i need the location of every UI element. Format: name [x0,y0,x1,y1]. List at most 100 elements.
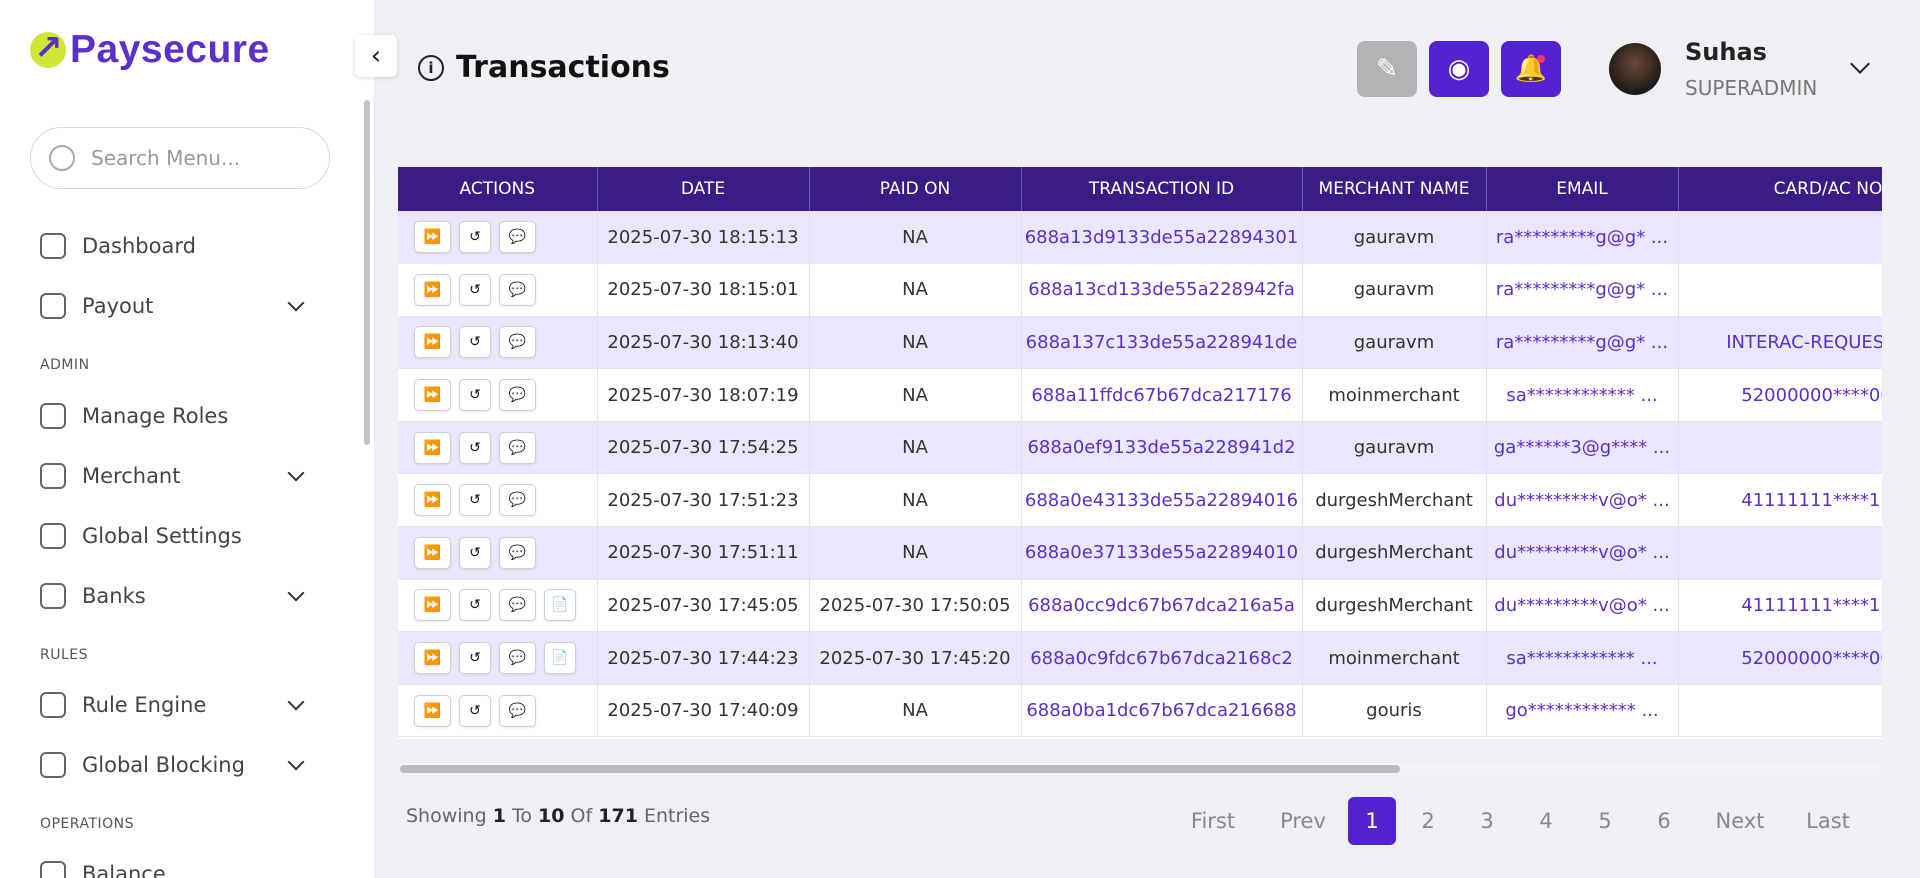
sidebar-scrollbar[interactable] [364,100,370,445]
pagination-next[interactable]: Next [1708,797,1772,845]
cell-transaction-id[interactable]: 688a0e43133de55a22894016 [1021,473,1303,528]
table-row[interactable]: ⏩ ↺ 💬 2025-07-30 17:40:09 NA 688a0ba1dc67b67d… [398,684,1882,738]
table-row[interactable]: ⏩ ↺ 💬 📄 2025-07-30 17:45:05 2025-07-30 17:50:… [398,579,1882,633]
column-header-actions[interactable]: ACTIONS [398,167,598,211]
forward-button[interactable]: ⏩ [414,642,451,675]
scan-button[interactable]: ◉ [1429,41,1489,97]
avatar[interactable] [1609,43,1661,95]
table-row[interactable]: ⏩ ↺ 💬 2025-07-30 18:15:13 NA 688a13d9133de55a… [398,211,1882,265]
table-row[interactable]: ⏩ ↺ 💬 2025-07-30 17:51:11 NA 688a0e37133de55a… [398,526,1882,580]
pagination-last[interactable]: Last [1796,797,1860,845]
scrollbar-thumb[interactable] [400,765,1400,773]
comment-button[interactable]: 💬 [499,379,536,412]
sidebar-item-dashboard[interactable]: Dashboard [40,228,310,264]
forward-button[interactable]: ⏩ [414,221,451,254]
table-row[interactable]: ⏩ ↺ 💬 2025-07-30 18:15:01 NA 688a13cd133de55a… [398,263,1882,317]
forward-button[interactable]: ⏩ [414,326,451,359]
cell-transaction-id[interactable]: 688a0c9fdc67b67dca2168c2 [1021,631,1303,685]
column-header-date[interactable]: DATE [597,167,810,211]
sidebar-item-manage-roles[interactable]: Manage Roles [40,398,310,434]
history-button[interactable]: ↺ [459,694,491,727]
history-button[interactable]: ↺ [459,642,491,675]
sidebar-collapse-button[interactable]: ‹ [355,35,397,77]
pagination-page-3[interactable]: 3 [1463,797,1511,845]
history-button[interactable]: ↺ [459,536,491,569]
info-icon[interactable]: i [418,54,444,81]
table-row[interactable]: ⏩ ↺ 💬 📄 2025-07-30 17:44:23 2025-07-30 17:45:… [398,631,1882,685]
comment-button[interactable]: 💬 [499,326,536,359]
pagination-page-6[interactable]: 6 [1640,797,1688,845]
column-header-email[interactable]: EMAIL [1486,167,1679,211]
menu-search[interactable] [30,127,330,189]
pagination-page-5[interactable]: 5 [1581,797,1629,845]
forward-button[interactable]: ⏩ [414,589,451,622]
chevron-down-icon[interactable] [287,584,305,602]
cell-transaction-id[interactable]: 688a13cd133de55a228942fa [1021,263,1303,317]
comment-button[interactable]: 💬 [499,642,536,675]
comment-button[interactable]: 💬 [499,221,536,254]
forward-button[interactable]: ⏩ [414,379,451,412]
pagination-page-1[interactable]: 1 [1348,797,1396,845]
sidebar-item-global-settings[interactable]: Global Settings [40,518,310,554]
cell-transaction-id[interactable]: 688a0e37133de55a22894010 [1021,526,1303,580]
comment-button[interactable]: 💬 [499,589,536,622]
history-button[interactable]: ↺ [459,431,491,464]
cell-transaction-id[interactable]: 688a137c133de55a228941de [1021,316,1303,370]
comment-button[interactable]: 💬 [499,694,536,727]
document-button[interactable]: 📄 [544,589,576,622]
pagination-first[interactable]: First [1180,797,1246,845]
chevron-down-icon[interactable] [287,753,305,771]
cell-transaction-id[interactable]: 688a0cc9dc67b67dca216a5a [1021,579,1303,633]
cell-merchant-name: durgeshMerchant [1302,473,1487,528]
sidebar-item-global-blocking[interactable]: Global Blocking [40,747,310,783]
pagination-page-4[interactable]: 4 [1522,797,1570,845]
sidebar-item-merchant[interactable]: Merchant [40,458,310,494]
cell-merchant-name: gauravm [1302,421,1487,475]
comment-button[interactable]: 💬 [499,536,536,569]
menu-search-input[interactable] [91,146,311,170]
comment-button[interactable]: 💬 [499,431,536,464]
forward-button[interactable]: ⏩ [414,273,451,306]
table-horizontal-scrollbar[interactable] [398,763,1882,775]
pagination-prev[interactable]: Prev [1272,797,1334,845]
cell-transaction-id[interactable]: 688a0ba1dc67b67dca216688 [1021,684,1303,738]
history-button[interactable]: ↺ [459,273,491,306]
sidebar-item-payout[interactable]: Payout [40,288,310,324]
comment-button[interactable]: 💬 [499,273,536,306]
sidebar-item-banks[interactable]: Banks [40,578,310,614]
chevron-down-icon[interactable] [287,693,305,711]
chevron-down-icon[interactable] [287,464,305,482]
column-header-merchant-name[interactable]: MERCHANT NAME [1302,167,1487,211]
cell-transaction-id[interactable]: 688a11ffdc67b67dca217176 [1021,368,1303,422]
forward-button[interactable]: ⏩ [414,484,451,517]
table-row[interactable]: ⏩ ↺ 💬 2025-07-30 17:54:25 NA 688a0ef9133de55a… [398,421,1882,475]
history-button[interactable]: ↺ [459,589,491,622]
column-header-card-ac-no[interactable]: CARD/AC NO [1678,167,1882,211]
comment-button[interactable]: 💬 [499,484,536,517]
notifications-button[interactable]: 🔔 [1501,41,1561,97]
user-menu-chevron-icon[interactable] [1850,54,1870,74]
clear-filters-button[interactable]: ✎ [1357,41,1417,97]
history-button[interactable]: ↺ [459,379,491,412]
cell-date: 2025-07-30 18:15:01 [597,263,810,317]
table-row[interactable]: ⏩ ↺ 💬 2025-07-30 18:07:19 NA 688a11ffdc67b67d… [398,368,1882,422]
table-row[interactable]: ⏩ ↺ 💬 2025-07-30 17:51:23 NA 688a0e43133de55a… [398,473,1882,528]
cell-transaction-id[interactable]: 688a13d9133de55a22894301 [1021,211,1303,265]
pagination-page-2[interactable]: 2 [1404,797,1452,845]
forward-button[interactable]: ⏩ [414,694,451,727]
column-header-transaction-id[interactable]: TRANSACTION ID [1021,167,1303,211]
history-button[interactable]: ↺ [459,221,491,254]
forward-button[interactable]: ⏩ [414,536,451,569]
cell-transaction-id[interactable]: 688a0ef9133de55a228941d2 [1021,421,1303,475]
chevron-down-icon[interactable] [287,294,305,312]
sidebar-item-balance[interactable]: Balance [40,856,310,878]
forward-button[interactable]: ⏩ [414,431,451,464]
brand-logo[interactable]: Paysecure [30,28,270,72]
sidebar-item-rule-engine[interactable]: Rule Engine [40,687,310,723]
history-icon: ↺ [469,597,481,614]
column-header-paid-on[interactable]: PAID ON [809,167,1022,211]
table-row[interactable]: ⏩ ↺ 💬 2025-07-30 18:13:40 NA 688a137c133de55a… [398,316,1882,370]
document-button[interactable]: 📄 [544,642,576,675]
history-button[interactable]: ↺ [459,484,491,517]
history-button[interactable]: ↺ [459,326,491,359]
